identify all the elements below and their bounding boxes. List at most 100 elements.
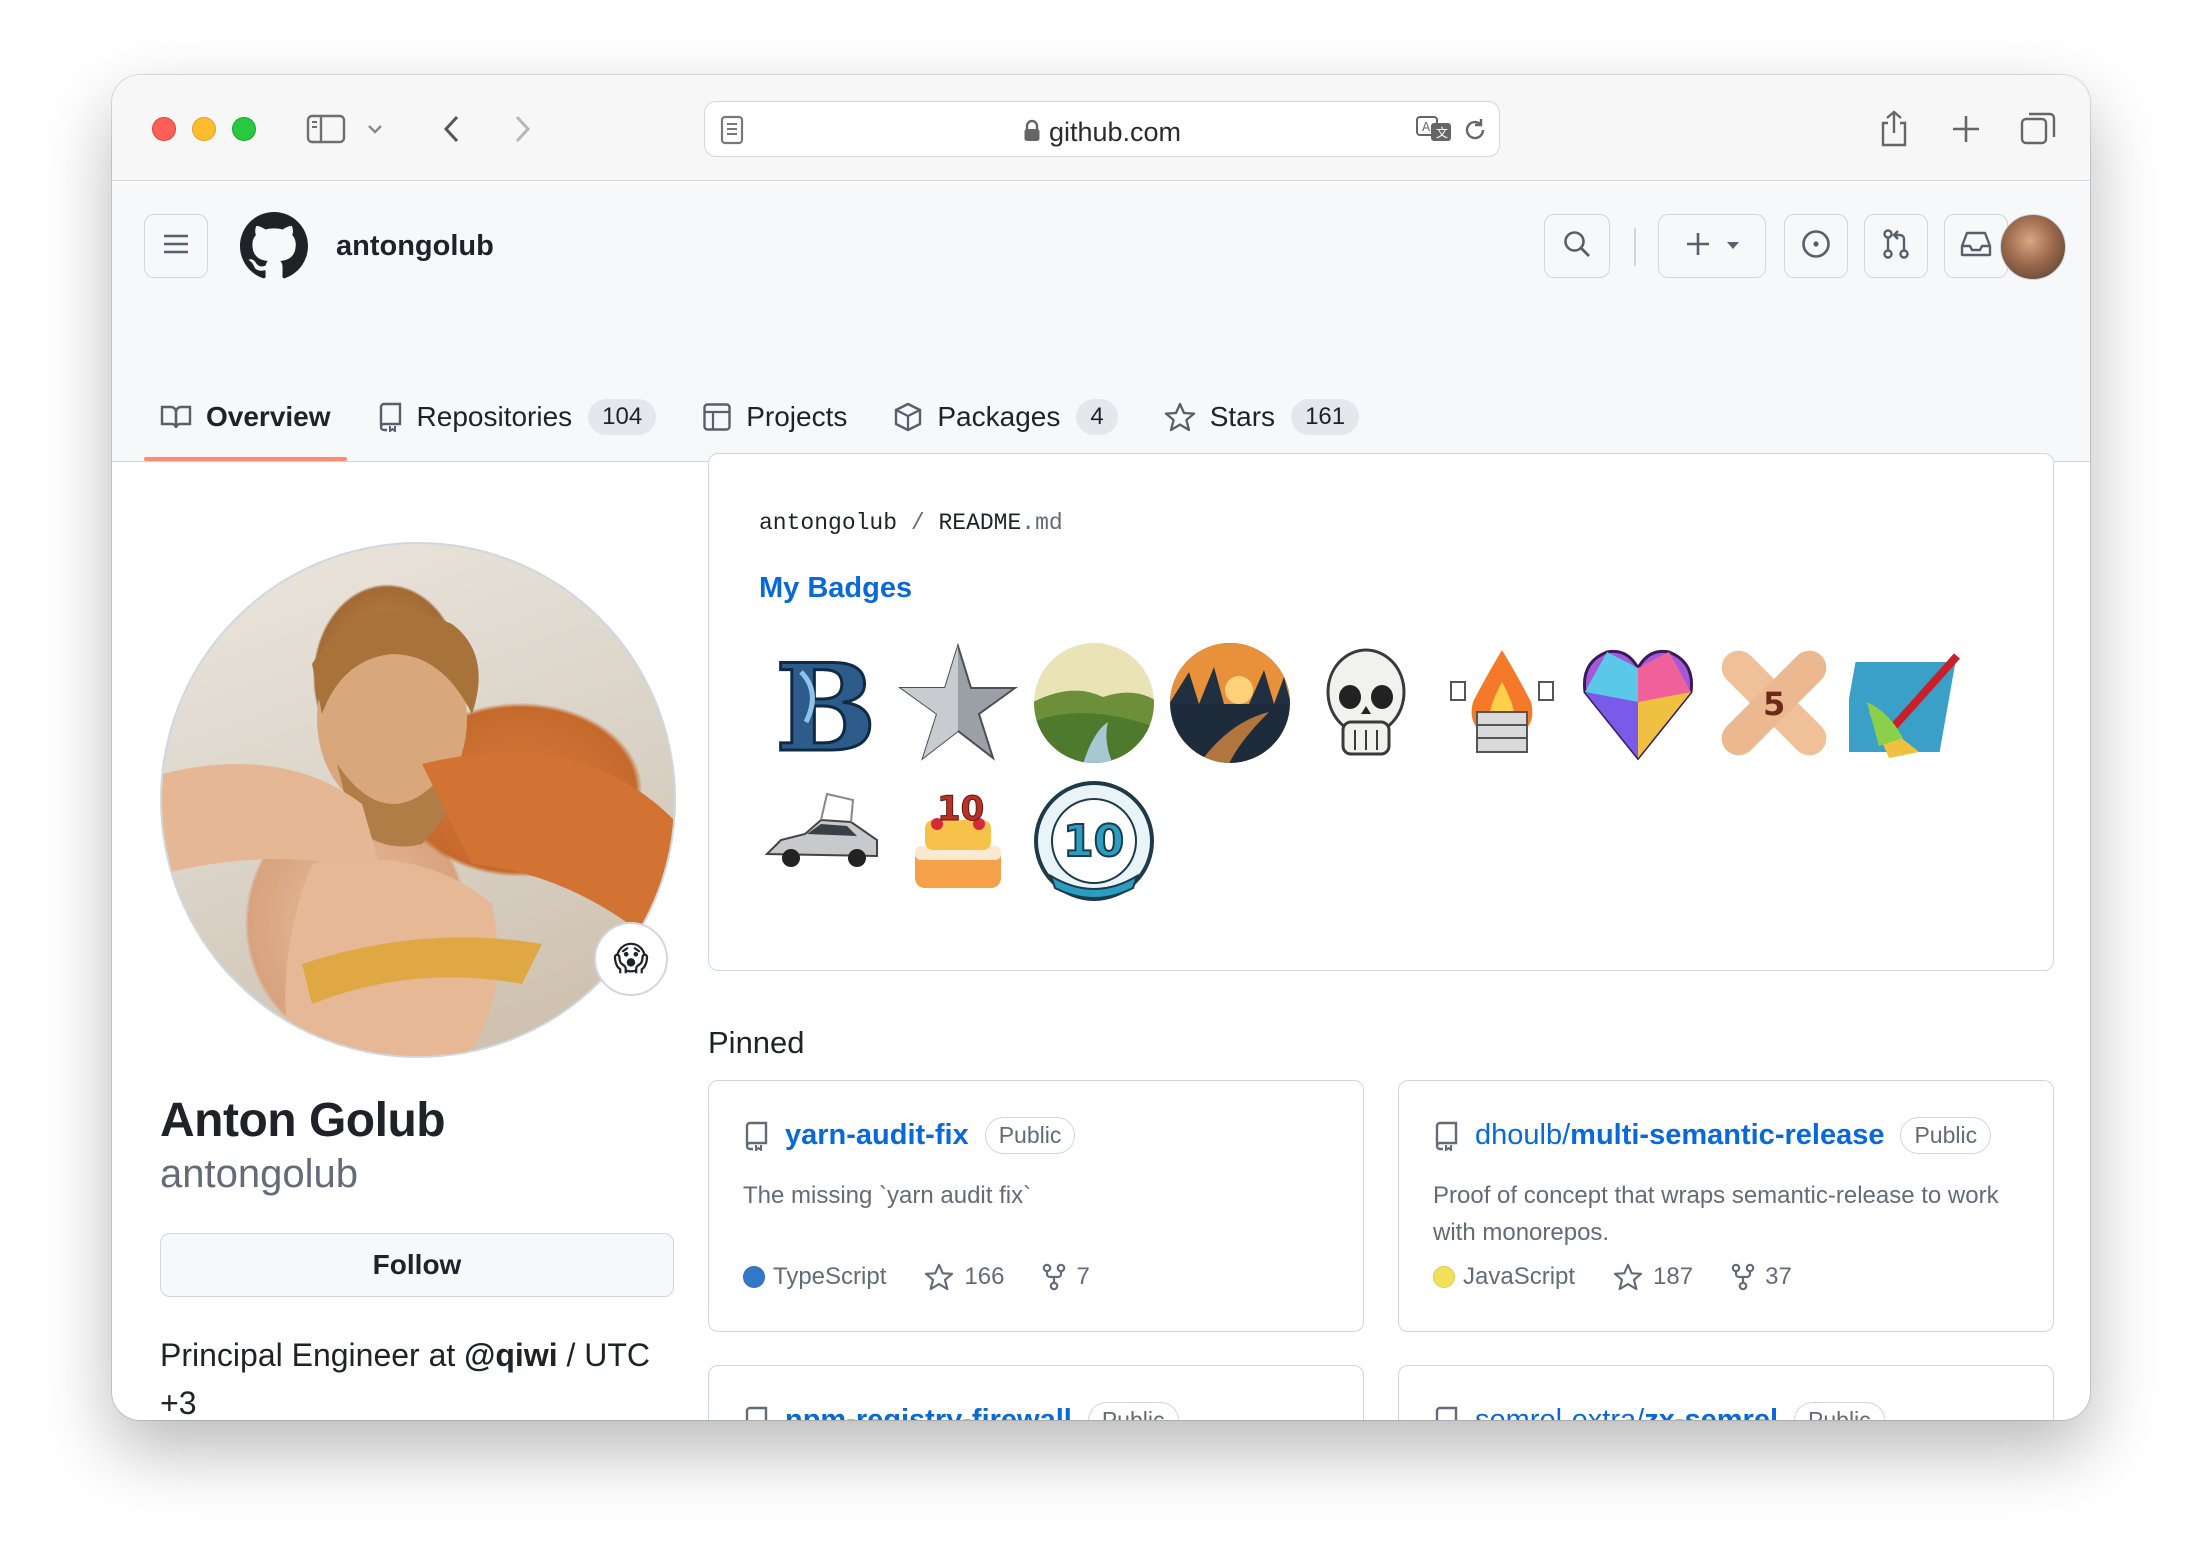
- pull-requests-button[interactable]: [1864, 214, 1928, 278]
- repo-name-link[interactable]: npm-registry-firewall: [785, 1404, 1072, 1420]
- address-bar[interactable]: github.com A文: [704, 101, 1500, 157]
- lock-icon: [1023, 119, 1041, 150]
- language-color-dot: [1433, 1266, 1455, 1288]
- tab-label: Overview: [206, 401, 331, 432]
- new-tab-plus-icon[interactable]: [1944, 107, 1988, 151]
- chevron-down-icon[interactable]: [360, 107, 390, 151]
- skull-badge[interactable]: [1305, 642, 1427, 764]
- pinned-card: semrel-extra/zx-semrel Public: [1398, 1365, 2054, 1420]
- issues-button[interactable]: [1784, 214, 1848, 278]
- broom-dustpan-badge[interactable]: [1839, 642, 1971, 764]
- tab-projects[interactable]: Projects: [686, 382, 863, 452]
- profile-tabs: Overview Repositories 104 Projects Packa…: [144, 382, 1389, 462]
- minimize-window-button[interactable]: [192, 117, 216, 141]
- pinned-card: npm-registry-firewall Public: [708, 1365, 1364, 1420]
- star-icon: [925, 1263, 954, 1291]
- repo-description: The missing `yarn audit fix`: [743, 1182, 1032, 1209]
- profile-avatar[interactable]: [160, 542, 676, 1058]
- pull-request-icon: [1881, 228, 1911, 265]
- readme-file-link[interactable]: README.md: [938, 510, 1062, 536]
- inbox-button[interactable]: [1944, 214, 2008, 278]
- pinned-heading: Pinned: [708, 1025, 805, 1060]
- forward-arrow-icon[interactable]: [500, 107, 544, 151]
- book-icon: [160, 403, 192, 431]
- zoom-window-button[interactable]: [232, 117, 256, 141]
- inbox-icon: [1959, 229, 1993, 264]
- repo-stars-link[interactable]: 166: [924, 1263, 1004, 1291]
- tab-stars[interactable]: Stars 161: [1148, 382, 1375, 452]
- svg-text:5: 5: [1763, 685, 1785, 723]
- star-icon: [1164, 402, 1196, 432]
- tab-packages[interactable]: Packages 4: [877, 382, 1133, 452]
- collaboration-10-badge[interactable]: 10: [1033, 780, 1155, 902]
- profile-bio: Principal Engineer at @qiwi / UTC +3: [160, 1337, 651, 1420]
- repo-name-link[interactable]: yarn-audit-fix: [785, 1119, 969, 1152]
- visibility-badge: Public: [1794, 1402, 1885, 1420]
- silver-star-badge[interactable]: [897, 642, 1019, 764]
- readme-path: antongolub / README.md: [759, 510, 1063, 536]
- browser-window: github.com A文 antongolub Overview Reposi…: [112, 75, 2090, 1420]
- github-logo-icon[interactable]: [240, 212, 308, 285]
- repo-name-link[interactable]: semrel-extra/zx-semrel: [1475, 1404, 1778, 1420]
- tab-repositories[interactable]: Repositories 104: [361, 382, 673, 452]
- visibility-badge: Public: [1900, 1117, 1992, 1154]
- repo-language: TypeScript: [743, 1263, 886, 1291]
- bio-org-link[interactable]: @qiwi: [464, 1337, 557, 1373]
- landscape-badge[interactable]: [1033, 642, 1155, 764]
- sidebar-toggle-icon[interactable]: [304, 107, 348, 151]
- sunset-lake-badge[interactable]: [1169, 642, 1291, 764]
- close-window-button[interactable]: [152, 117, 176, 141]
- tab-overview[interactable]: Overview: [144, 382, 347, 461]
- user-avatar-menu[interactable]: [2000, 214, 2066, 280]
- search-button[interactable]: [1544, 214, 1610, 278]
- badges-heading[interactable]: My Badges: [759, 572, 912, 605]
- tab-label: Projects: [746, 401, 848, 432]
- repo-icon: [377, 402, 403, 432]
- fire-server-badge[interactable]: [1441, 642, 1563, 764]
- star-icon: [1613, 1263, 1643, 1291]
- repo-name-link[interactable]: dhoulb/multi-semantic-release: [1475, 1119, 1884, 1152]
- repo-forks-link[interactable]: 37: [1731, 1263, 1792, 1291]
- share-icon[interactable]: [1872, 107, 1916, 151]
- profile-full-name: Anton Golub: [160, 1094, 446, 1147]
- bandage-5-badge[interactable]: 5: [1713, 642, 1835, 764]
- repo-stars-link[interactable]: 187: [1613, 1263, 1693, 1291]
- readme-owner-link[interactable]: antongolub: [759, 510, 897, 536]
- create-new-button[interactable]: [1658, 214, 1766, 278]
- search-icon: [1562, 229, 1592, 264]
- issue-circle-icon: [1800, 228, 1832, 265]
- delorean-badge[interactable]: [761, 780, 883, 902]
- visibility-badge: Public: [984, 1117, 1076, 1154]
- repo-forks-link[interactable]: 7: [1042, 1263, 1090, 1291]
- pinned-card: yarn-audit-fix Public The missing `yarn …: [708, 1080, 1364, 1332]
- crystal-heart-badge[interactable]: [1577, 642, 1699, 764]
- repo-icon: [743, 1121, 769, 1151]
- menu-button[interactable]: [144, 214, 208, 278]
- header-username[interactable]: antongolub: [336, 230, 494, 263]
- fork-icon: [1731, 1263, 1755, 1291]
- repo-icon: [743, 1406, 769, 1420]
- url-text[interactable]: github.com: [705, 117, 1499, 150]
- stars-counter: 161: [1291, 399, 1360, 435]
- fork-icon: [1043, 1263, 1066, 1291]
- birthday-cake-10-badge[interactable]: 10: [897, 780, 1019, 902]
- repo-description: Proof of concept that wraps semantic-rel…: [1433, 1182, 1999, 1246]
- status-emoji-button[interactable]: 😱: [594, 922, 668, 996]
- plus-icon: [1684, 230, 1712, 263]
- translate-icon[interactable]: A文: [1415, 114, 1455, 149]
- svg-text:10: 10: [937, 789, 984, 829]
- tab-overview-icon[interactable]: [2016, 107, 2060, 151]
- project-table-icon: [702, 402, 732, 432]
- github-header: antongolub Overview Repositories 104 Pro…: [112, 182, 2090, 462]
- b-letter-badge[interactable]: B: [761, 637, 883, 781]
- follow-button[interactable]: Follow: [160, 1233, 674, 1297]
- reload-icon[interactable]: [1461, 116, 1489, 149]
- back-arrow-icon[interactable]: [430, 107, 474, 151]
- repo-icon: [1433, 1406, 1459, 1420]
- repo-icon: [1433, 1121, 1459, 1151]
- svg-text:文: 文: [1436, 125, 1448, 140]
- caret-down-icon: [1726, 237, 1740, 255]
- pinned-card: dhoulb/multi-semantic-release Public Pro…: [1398, 1080, 2054, 1332]
- tab-label: Stars: [1209, 401, 1276, 432]
- profile-login: antongolub: [160, 1152, 358, 1196]
